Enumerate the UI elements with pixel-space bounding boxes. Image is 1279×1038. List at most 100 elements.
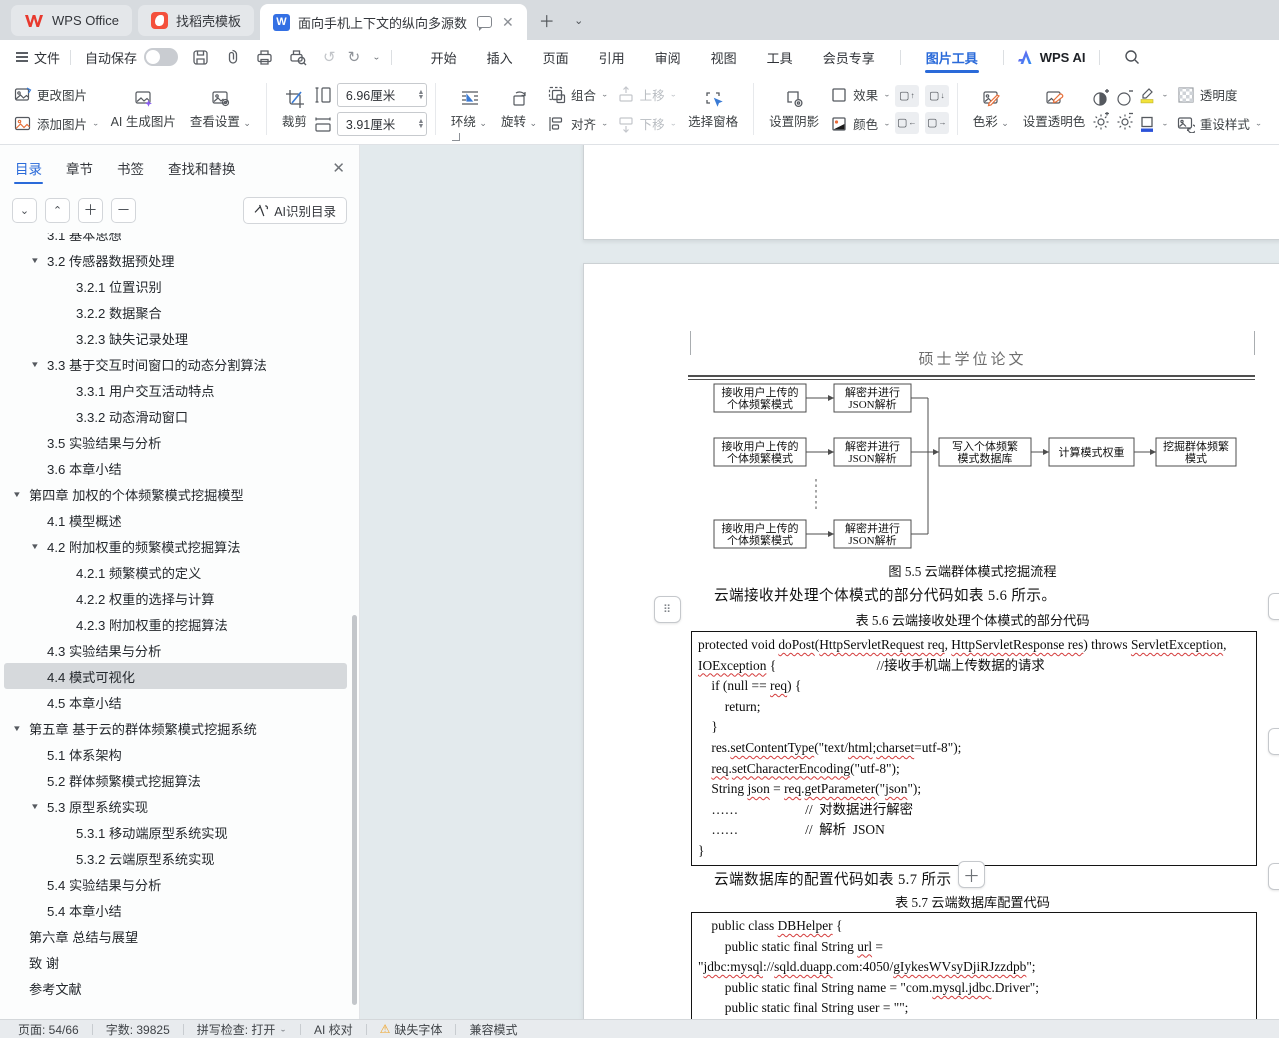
share-icon[interactable] bbox=[225, 49, 240, 66]
view-settings-button[interactable]: 查看设置 ⌄ bbox=[183, 81, 258, 137]
highlight-color-dropdown-icon[interactable]: ⌄ bbox=[1161, 90, 1169, 99]
side-tool-button[interactable] bbox=[1268, 593, 1279, 620]
group-dropdown-icon[interactable]: ⌄ bbox=[601, 90, 609, 99]
side-tool-button[interactable] bbox=[1268, 863, 1279, 890]
menu-view[interactable]: 视图 bbox=[696, 48, 752, 67]
color-dropdown-icon[interactable]: ⌄ bbox=[883, 119, 891, 128]
menu-membership[interactable]: 会员专享 bbox=[808, 48, 890, 67]
toc-item[interactable]: 4.2.1 频繁模式的定义 bbox=[4, 559, 347, 585]
rotate-button[interactable]: 旋转 ⌄ bbox=[494, 81, 544, 137]
menu-review[interactable]: 审阅 bbox=[640, 48, 696, 67]
increase-brightness-button[interactable] bbox=[1092, 111, 1110, 130]
selection-pane-button[interactable]: 选择窗格 bbox=[681, 81, 745, 137]
menu-picture-tools[interactable]: 图片工具 bbox=[911, 40, 993, 74]
flowchart-figure[interactable]: 接收用户上传的个体频繁模式解密并进行 JSON解析接收用户上传的个体频繁模式解密并… bbox=[688, 381, 1256, 557]
side-tool-button[interactable] bbox=[1268, 728, 1279, 755]
effects-dropdown-icon[interactable]: ⌄ bbox=[883, 90, 891, 99]
sidebar-tab-bookmarks[interactable]: 书签 bbox=[116, 145, 145, 191]
effects-button[interactable]: 效果 ⌄ bbox=[826, 83, 895, 107]
redo-icon[interactable]: ↻ bbox=[348, 48, 361, 66]
increase-height-button[interactable]: ▢ ↑ bbox=[894, 84, 919, 107]
toc-item[interactable]: 4.1 模型概述 bbox=[4, 507, 347, 533]
print-icon[interactable] bbox=[256, 49, 273, 66]
tab-list-dropdown-icon[interactable]: ⌄ bbox=[566, 7, 592, 33]
decrease-contrast-button[interactable] bbox=[1116, 89, 1134, 107]
word-count[interactable]: 字数: 39825 bbox=[106, 1021, 170, 1038]
toc-item[interactable]: 5.4 本章小结 bbox=[4, 897, 347, 923]
tone-dropdown-icon[interactable]: ⌄ bbox=[1001, 118, 1009, 128]
toc-item[interactable]: 5.1 体系架构 bbox=[4, 741, 347, 767]
menu-tools[interactable]: 工具 bbox=[752, 48, 808, 67]
reset-style-button[interactable]: 重设样式 ⌄ bbox=[1173, 112, 1267, 136]
toc-collapse-arrow-icon[interactable]: ▼ bbox=[12, 724, 23, 733]
align-button[interactable]: 对齐 ⌄ bbox=[544, 112, 613, 136]
menu-reference[interactable]: 引用 bbox=[584, 48, 640, 67]
decrease-width-button[interactable]: ▢ ← bbox=[894, 111, 919, 134]
menu-insert[interactable]: 插入 bbox=[472, 48, 528, 67]
change-picture-button[interactable]: 更改图片 bbox=[10, 83, 104, 107]
toc-collapse-arrow-icon[interactable]: ▼ bbox=[30, 256, 41, 265]
toc-collapse-arrow-icon[interactable]: ▼ bbox=[30, 802, 41, 811]
color-button[interactable]: 颜色 ⌄ bbox=[826, 112, 895, 136]
sidebar-close-icon[interactable]: ✕ bbox=[332, 159, 345, 177]
print-preview-icon[interactable] bbox=[289, 49, 307, 66]
toc-item[interactable]: ▼ 3.2 传感器数据预处理 bbox=[4, 247, 347, 273]
sidebar-scrollbar[interactable] bbox=[352, 615, 357, 1005]
spellcheck-status[interactable]: 拼写检查: 打开 ⌄ bbox=[197, 1021, 287, 1038]
table-drag-handle[interactable]: ⠿ bbox=[654, 596, 681, 623]
height-spinner[interactable]: ▲ ▼ bbox=[415, 89, 427, 101]
width-spinner[interactable]: ▲ ▼ bbox=[415, 118, 427, 130]
tab-wps-office[interactable]: WPS Office bbox=[11, 5, 132, 36]
search-icon[interactable] bbox=[1124, 40, 1140, 74]
toc-collapse-arrow-icon[interactable]: ▼ bbox=[30, 360, 41, 369]
group-button[interactable]: 组合 ⌄ bbox=[544, 83, 613, 107]
toc-collapse-up-button[interactable]: ⌃ bbox=[45, 197, 70, 223]
toc-item[interactable]: 致 谢 bbox=[4, 949, 347, 975]
wrap-button[interactable]: 环绕 ⌄ bbox=[444, 81, 494, 137]
toc-item[interactable]: ▼ 4.2 附加权重的频繁模式挖掘算法 bbox=[4, 533, 347, 559]
tab-docer-templates[interactable]: 找稻壳模板 bbox=[137, 5, 254, 36]
sidebar-tab-chapters[interactable]: 章节 bbox=[65, 145, 94, 191]
picture-width-input[interactable] bbox=[336, 111, 427, 136]
picture-height-input[interactable] bbox=[336, 82, 427, 107]
undo-icon[interactable]: ↺ bbox=[323, 48, 336, 66]
border-color-button[interactable]: ⌄ bbox=[1134, 112, 1173, 136]
toc-item[interactable]: ▼ 第五章 基于云的群体频繁模式挖掘系统 bbox=[4, 715, 347, 741]
undo-history-dropdown-icon[interactable]: ⌄ bbox=[372, 53, 380, 62]
toc-item[interactable]: ▼ 3.3 基于交互时间窗口的动态分割算法 bbox=[4, 351, 347, 377]
toc-item[interactable]: 4.5 本章小结 bbox=[4, 689, 347, 715]
reset-style-dropdown-icon[interactable]: ⌄ bbox=[1255, 119, 1263, 128]
add-picture-button[interactable]: 添加图片 ⌄ bbox=[10, 112, 104, 136]
menu-page[interactable]: 页面 bbox=[528, 48, 584, 67]
set-transparent-color-button[interactable]: 设置透明色 bbox=[1016, 81, 1093, 137]
border-color-dropdown-icon[interactable]: ⌄ bbox=[1161, 119, 1169, 128]
toc-item[interactable]: 5.3.2 云端原型系统实现 bbox=[4, 845, 347, 871]
toc-item[interactable]: 第六章 总结与展望 bbox=[4, 923, 347, 949]
file-menu[interactable]: 文件 bbox=[16, 40, 60, 74]
ai-generate-picture-button[interactable]: AI 生成图片 bbox=[104, 81, 183, 137]
toc-item[interactable]: 3.6 本章小结 bbox=[4, 455, 347, 481]
toc-item[interactable]: 4.2.3 附加权重的挖掘算法 bbox=[4, 611, 347, 637]
compatibility-mode[interactable]: 兼容模式 bbox=[469, 1021, 517, 1038]
missing-font-warning[interactable]: ⚠ 缺失字体 bbox=[380, 1021, 443, 1038]
sidebar-tab-find-replace[interactable]: 查找和替换 bbox=[167, 145, 237, 191]
set-shadow-button[interactable]: 设置阴影 bbox=[762, 81, 826, 137]
highlight-color-button[interactable]: ⌄ bbox=[1134, 83, 1173, 107]
toc-item[interactable]: 5.4 实验结果与分析 bbox=[4, 871, 347, 897]
toc-item[interactable]: 5.2 群体频繁模式挖掘算法 bbox=[4, 767, 347, 793]
toc-item[interactable]: ▼ 5.3 原型系统实现 bbox=[4, 793, 347, 819]
toc-item[interactable]: 3.1 基本思想 bbox=[4, 233, 347, 247]
menu-wps-ai[interactable]: WPS AI bbox=[1014, 40, 1090, 74]
toc-collapse-arrow-icon[interactable]: ▼ bbox=[30, 542, 41, 551]
insert-row-plus-button[interactable]: ＋ bbox=[958, 861, 985, 888]
toc-collapse-all-button[interactable]: － bbox=[111, 197, 136, 223]
toc-item[interactable]: 4.4 模式可视化 bbox=[4, 663, 347, 689]
rotate-dropdown-icon[interactable]: ⌄ bbox=[529, 118, 537, 128]
size-dialog-launcher-icon[interactable] bbox=[452, 133, 460, 141]
decrease-brightness-button[interactable] bbox=[1116, 112, 1134, 130]
toc-item[interactable]: 3.3.1 用户交互活动特点 bbox=[4, 377, 347, 403]
new-tab-button[interactable]: ＋ bbox=[534, 7, 560, 33]
ai-proofread-button[interactable]: AI 校对 bbox=[314, 1021, 353, 1038]
tone-button[interactable]: 色彩 ⌄ bbox=[966, 81, 1016, 137]
toc-expand-all-button[interactable]: ＋ bbox=[78, 197, 103, 223]
